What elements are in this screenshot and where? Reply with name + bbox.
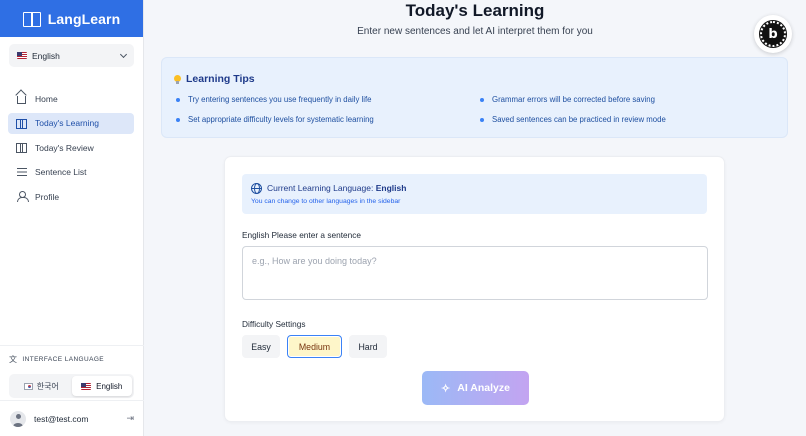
current-language-hint: You can change to other languages in the… bbox=[251, 198, 401, 205]
learning-language-value: English bbox=[32, 50, 60, 61]
book-open-icon bbox=[16, 118, 27, 129]
us-flag-icon bbox=[81, 382, 92, 390]
current-language-text: Current Learning Language: English bbox=[267, 183, 406, 193]
tip-item: Grammar errors will be corrected before … bbox=[480, 95, 655, 104]
difficulty-medium-button[interactable]: Medium bbox=[287, 335, 342, 358]
ai-analyze-button[interactable]: ✧ AI Analyze bbox=[422, 371, 529, 405]
page-title: Today's Learning bbox=[405, 1, 545, 20]
sidebar-nav: Home Today's Learning Today's Review Sen… bbox=[8, 88, 134, 211]
current-language-prefix: Current Learning Language: bbox=[267, 183, 376, 193]
sentence-entry-card: Current Learning Language: English You c… bbox=[224, 156, 725, 422]
user-email: test@test.com bbox=[34, 413, 89, 424]
sidebar-item-sentence-list[interactable]: Sentence List bbox=[8, 162, 134, 183]
sentence-input[interactable] bbox=[242, 246, 708, 300]
tip-item: Saved sentences can be practiced in revi… bbox=[480, 115, 666, 124]
kr-flag-icon bbox=[23, 382, 33, 390]
sparkle-icon: ✧ bbox=[441, 382, 451, 395]
tip-item: Set appropriate difficulty levels for sy… bbox=[176, 115, 374, 124]
difficulty-easy-button[interactable]: Easy bbox=[242, 335, 280, 358]
user-icon bbox=[16, 191, 29, 202]
current-language-banner: Current Learning Language: English You c… bbox=[242, 174, 707, 214]
sidebar-item-todays-learning[interactable]: Today's Learning bbox=[8, 112, 134, 134]
sidebar-item-home[interactable]: Home bbox=[8, 88, 134, 109]
sidebar: LangLearn English Home Today's Learning … bbox=[0, 0, 144, 436]
page-subtitle: Enter new sentences and let AI interpret… bbox=[357, 26, 593, 37]
logo-icon: b bbox=[759, 20, 787, 48]
globe-icon bbox=[251, 183, 262, 194]
difficulty-label: Difficulty Settings bbox=[242, 319, 306, 329]
interface-language-section: 文 INTERFACE LANGUAGE 한국어 English bbox=[0, 345, 144, 398]
book-icon bbox=[22, 11, 41, 27]
brand-name: LangLearn bbox=[47, 10, 121, 27]
interface-language-korean[interactable]: 한국어 bbox=[11, 376, 72, 396]
chevron-down-icon bbox=[119, 50, 128, 58]
tip-item: Try entering sentences you use frequentl… bbox=[176, 95, 371, 104]
learning-language-select[interactable]: English bbox=[9, 44, 134, 67]
learning-tips-title: Learning Tips bbox=[186, 73, 255, 85]
us-flag-icon bbox=[17, 52, 27, 59]
current-language-value: English bbox=[375, 183, 407, 193]
sidebar-item-todays-review[interactable]: Today's Review bbox=[8, 137, 134, 158]
user-row: test@test.com ⇥ bbox=[0, 400, 144, 436]
ai-analyze-label: AI Analyze bbox=[457, 382, 510, 394]
interface-language-english[interactable]: English bbox=[71, 376, 132, 396]
interface-language-toggle: 한국어 English bbox=[9, 374, 134, 398]
brand-header[interactable]: LangLearn bbox=[0, 0, 143, 37]
list-icon bbox=[16, 167, 27, 178]
sidebar-item-label: Home bbox=[35, 93, 58, 104]
logout-icon[interactable]: ⇥ bbox=[126, 413, 134, 424]
interface-language-heading: 文 INTERFACE LANGUAGE bbox=[0, 354, 144, 365]
interface-language-label: INTERFACE LANGUAGE bbox=[22, 356, 105, 363]
sidebar-item-label: Today's Review bbox=[35, 142, 94, 153]
floating-logo-button[interactable]: b bbox=[754, 15, 792, 53]
sidebar-item-label: Today's Learning bbox=[35, 118, 99, 128]
sidebar-item-label: Sentence List bbox=[35, 167, 87, 177]
difficulty-hard-button[interactable]: Hard bbox=[349, 335, 387, 358]
avatar bbox=[10, 410, 26, 427]
lightbulb-icon bbox=[174, 74, 181, 84]
interface-language-option-label: English bbox=[96, 381, 123, 391]
translate-icon: 文 bbox=[9, 355, 18, 364]
learning-tips-heading: Learning Tips bbox=[174, 73, 255, 85]
sidebar-item-label: Profile bbox=[35, 191, 60, 202]
sidebar-item-profile[interactable]: Profile bbox=[8, 186, 134, 207]
home-icon bbox=[16, 93, 27, 104]
learning-tips-panel: Learning Tips Try entering sentences you… bbox=[161, 57, 788, 138]
interface-language-option-label: 한국어 bbox=[36, 381, 59, 391]
sentence-field-label: English Please enter a sentence bbox=[242, 230, 362, 240]
book-open-icon bbox=[16, 142, 27, 153]
